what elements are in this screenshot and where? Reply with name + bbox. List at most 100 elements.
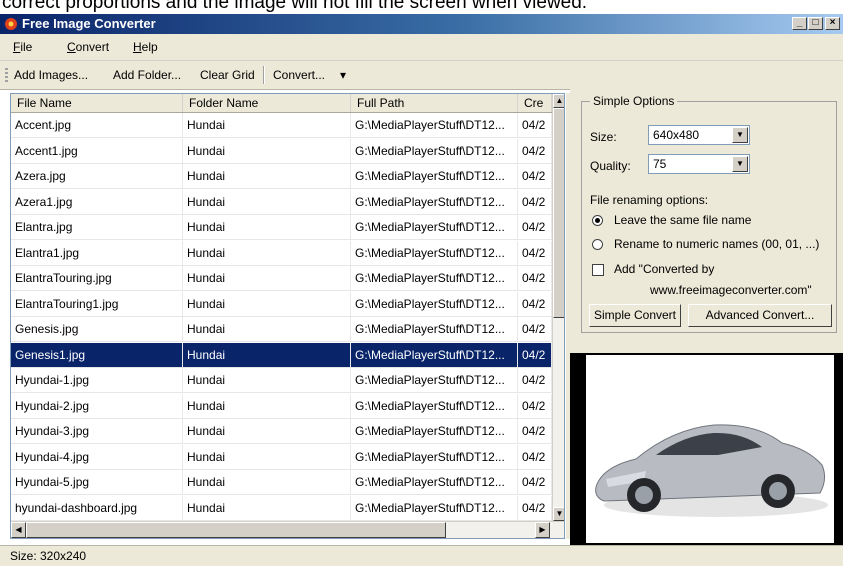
- radio-leave-same-name[interactable]: [592, 215, 603, 226]
- cell-file-name: Genesis1.jpg: [11, 342, 183, 367]
- quality-select[interactable]: 75 ▼: [648, 154, 750, 174]
- status-bar: Size: 320x240: [0, 545, 843, 566]
- convert-button[interactable]: Convert...: [273, 68, 325, 82]
- table-row[interactable]: Elantra1.jpg Hundai G:\MediaPlayerStuff\DT…: [11, 240, 552, 266]
- table-row[interactable]: Hyundai-4.jpg Hundai G:\MediaPlayerStuff\D…: [11, 444, 552, 470]
- cell-created: 04/2: [518, 342, 552, 367]
- vertical-scrollbar[interactable]: ▲ ▼: [552, 94, 564, 521]
- minimize-button[interactable]: _: [792, 17, 807, 30]
- table-row[interactable]: Azera1.jpg Hundai G:\MediaPlayerStuff\DT12…: [11, 189, 552, 215]
- cell-file-name: ElantraTouring.jpg: [11, 266, 183, 290]
- title-bar: Free Image Converter _ □ ×: [0, 14, 843, 34]
- quality-dropdown-arrow-icon[interactable]: ▼: [732, 156, 748, 172]
- cropped-caption-text: correct proportions and the image will n…: [2, 0, 588, 13]
- cell-folder-name: Hundai: [183, 291, 351, 316]
- close-button[interactable]: ×: [825, 17, 840, 30]
- column-header-created[interactable]: Cre: [518, 94, 552, 112]
- cell-file-name: Accent.jpg: [11, 113, 183, 137]
- renaming-options-label: File renaming options:: [590, 193, 709, 207]
- cell-file-name: Hyundai-4.jpg: [11, 444, 183, 469]
- table-row[interactable]: Accent1.jpg Hundai G:\MediaPlayerStuff\DT1…: [11, 138, 552, 164]
- cell-folder-name: Hundai: [183, 419, 351, 443]
- convert-dropdown-arrow-icon[interactable]: ▾: [340, 68, 346, 82]
- radio-rename-numeric-label[interactable]: Rename to numeric names (00, 01, ...): [614, 237, 819, 251]
- cell-file-name: ElantraTouring1.jpg: [11, 291, 183, 316]
- radio-leave-same-name-label[interactable]: Leave the same file name: [614, 213, 751, 227]
- simple-convert-button[interactable]: Simple Convert: [589, 304, 681, 327]
- vertical-scroll-thumb[interactable]: [553, 108, 564, 318]
- size-dropdown-arrow-icon[interactable]: ▼: [732, 127, 748, 143]
- table-row[interactable]: Hyundai-3.jpg Hundai G:\MediaPlayerStuff\D…: [11, 419, 552, 444]
- cell-file-name: Azera.jpg: [11, 164, 183, 188]
- cell-created: 04/2: [518, 266, 552, 290]
- add-converted-by-url: www.freeimageconverter.com": [650, 283, 812, 297]
- image-preview: [570, 353, 843, 545]
- menu-bar: File Convert Help: [0, 34, 843, 61]
- cell-created: 04/2: [518, 164, 552, 188]
- cell-folder-name: Hundai: [183, 495, 351, 520]
- table-row[interactable]: hyundai-dashboard.jpg Hundai G:\MediaPlaye…: [11, 495, 552, 521]
- options-panel: Simple Options Size: 640x480 ▼ Quality: …: [570, 89, 843, 545]
- cell-created: 04/2: [518, 317, 552, 341]
- cell-folder-name: Hundai: [183, 444, 351, 469]
- add-folder-button[interactable]: Add Folder...: [113, 68, 181, 82]
- table-row[interactable]: Hyundai-2.jpg Hundai G:\MediaPlayerStuff\D…: [11, 393, 552, 419]
- size-select[interactable]: 640x480 ▼: [648, 125, 750, 145]
- table-row[interactable]: Accent.jpg Hundai G:\MediaPlayerStuff\DT12…: [11, 113, 552, 138]
- table-row[interactable]: Azera.jpg Hundai G:\MediaPlayerStuff\DT12.…: [11, 164, 552, 189]
- column-header-full-path[interactable]: Full Path: [351, 94, 518, 112]
- cell-file-name: hyundai-dashboard.jpg: [11, 495, 183, 520]
- table-row[interactable]: Genesis1.jpg Hundai G:\MediaPlayerStuff\DT…: [11, 342, 552, 368]
- cell-folder-name: Hundai: [183, 393, 351, 418]
- cell-file-name: Hyundai-5.jpg: [11, 470, 183, 494]
- scroll-left-arrow-icon[interactable]: ◀: [11, 522, 26, 538]
- cell-created: 04/2: [518, 393, 552, 418]
- cell-folder-name: Hundai: [183, 189, 351, 214]
- table-row[interactable]: Hyundai-5.jpg Hundai G:\MediaPlayerStuff\D…: [11, 470, 552, 495]
- cell-full-path: G:\MediaPlayerStuff\DT12...: [351, 164, 518, 188]
- cell-folder-name: Hundai: [183, 368, 351, 392]
- scroll-up-arrow-icon[interactable]: ▲: [553, 94, 564, 108]
- column-header-folder-name[interactable]: Folder Name: [183, 94, 351, 112]
- menu-file[interactable]: File: [13, 40, 32, 54]
- table-row[interactable]: ElantraTouring1.jpg Hundai G:\MediaPlayerS…: [11, 291, 552, 317]
- cell-full-path: G:\MediaPlayerStuff\DT12...: [351, 113, 518, 137]
- cell-file-name: Hyundai-2.jpg: [11, 393, 183, 418]
- table-row[interactable]: Hyundai-1.jpg Hundai G:\MediaPlayerStuff\D…: [11, 368, 552, 393]
- cell-full-path: G:\MediaPlayerStuff\DT12...: [351, 240, 518, 265]
- cell-created: 04/2: [518, 419, 552, 443]
- maximize-button[interactable]: □: [808, 17, 823, 30]
- cell-full-path: G:\MediaPlayerStuff\DT12...: [351, 189, 518, 214]
- table-row[interactable]: Genesis.jpg Hundai G:\MediaPlayerStuff\DT1…: [11, 317, 552, 342]
- cell-created: 04/2: [518, 368, 552, 392]
- scroll-right-arrow-icon[interactable]: ▶: [535, 522, 550, 538]
- toolbar-grip[interactable]: [5, 68, 8, 82]
- advanced-convert-button[interactable]: Advanced Convert...: [688, 304, 832, 327]
- cell-created: 04/2: [518, 189, 552, 214]
- table-row[interactable]: Elantra.jpg Hundai G:\MediaPlayerStuff\DT1…: [11, 215, 552, 240]
- toolbar-separator: [263, 66, 265, 84]
- cell-folder-name: Hundai: [183, 113, 351, 137]
- menu-help[interactable]: Help: [133, 40, 158, 54]
- cell-created: 04/2: [518, 240, 552, 265]
- add-converted-by-label[interactable]: Add "Converted by: [614, 262, 714, 276]
- file-grid[interactable]: File Name Folder Name Full Path Cre Acce…: [10, 93, 565, 539]
- car-image-icon: [595, 424, 828, 517]
- table-row[interactable]: ElantraTouring.jpg Hundai G:\MediaPlayerSt…: [11, 266, 552, 291]
- cell-full-path: G:\MediaPlayerStuff\DT12...: [351, 495, 518, 520]
- status-size-text: Size: 320x240: [10, 549, 87, 563]
- cell-full-path: G:\MediaPlayerStuff\DT12...: [351, 419, 518, 443]
- add-converted-by-checkbox[interactable]: [592, 264, 604, 276]
- radio-rename-numeric[interactable]: [592, 239, 603, 250]
- horizontal-scroll-thumb[interactable]: [26, 522, 446, 538]
- cell-file-name: Azera1.jpg: [11, 189, 183, 214]
- horizontal-scrollbar[interactable]: ◀ ▶: [11, 521, 564, 538]
- menu-convert[interactable]: Convert: [67, 40, 109, 54]
- add-images-button[interactable]: Add Images...: [14, 68, 88, 82]
- cell-created: 04/2: [518, 291, 552, 316]
- cell-created: 04/2: [518, 113, 552, 137]
- scroll-down-arrow-icon[interactable]: ▼: [553, 507, 564, 521]
- clear-grid-button[interactable]: Clear Grid: [200, 68, 255, 82]
- column-header-file-name[interactable]: File Name: [11, 94, 183, 112]
- cell-folder-name: Hundai: [183, 164, 351, 188]
